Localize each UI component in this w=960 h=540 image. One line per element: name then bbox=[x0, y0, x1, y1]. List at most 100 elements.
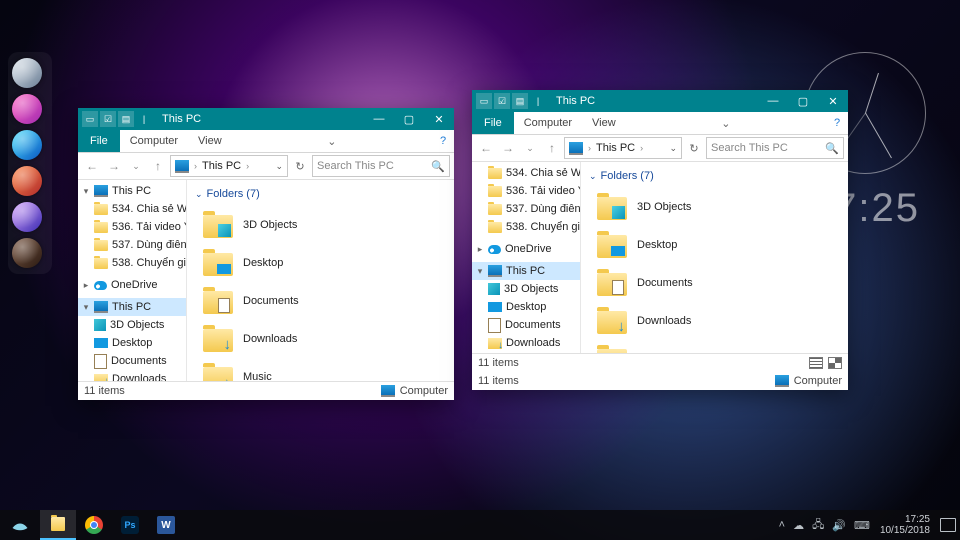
maximize-button[interactable]: ▢ bbox=[788, 90, 818, 112]
search-input[interactable]: Search This PC 🔍 bbox=[706, 137, 844, 159]
taskbar-file-explorer[interactable] bbox=[40, 510, 76, 540]
navigation-pane[interactable]: 534. Chia sẻ Wifi536. Tải video Yo537. D… bbox=[472, 162, 581, 353]
address-bar[interactable]: › This PC › ⌄ bbox=[564, 137, 682, 159]
chevron-icon[interactable]: ▾ bbox=[82, 302, 90, 313]
nav-item[interactable]: 536. Tải video Yo bbox=[78, 218, 186, 236]
content-pane[interactable]: ⌄ Folders (7) 3D ObjectsDesktopDocuments… bbox=[581, 162, 848, 353]
nav-item[interactable]: Documents bbox=[78, 352, 186, 370]
view-tab[interactable]: View bbox=[188, 130, 232, 152]
history-dropdown-icon[interactable]: ⌄ bbox=[520, 138, 540, 158]
qat-props-icon[interactable]: ☑ bbox=[100, 111, 116, 127]
tray-up-icon[interactable]: ˄ bbox=[779, 519, 785, 531]
nav-item[interactable]: 534. Chia sẻ Wifi bbox=[78, 200, 186, 218]
dock-3[interactable] bbox=[12, 130, 42, 160]
nav-item[interactable]: Documents bbox=[472, 316, 580, 334]
chevron-icon[interactable]: ▾ bbox=[476, 266, 484, 277]
tray-volume-icon[interactable]: 🔊 bbox=[832, 519, 846, 532]
qat-new-icon[interactable]: ▤ bbox=[512, 93, 528, 109]
nav-item[interactable]: 537. Dùng điên n bbox=[472, 200, 580, 218]
taskbar-word[interactable]: W bbox=[148, 510, 184, 540]
nav-item[interactable]: Downloads bbox=[78, 370, 186, 381]
view-tab[interactable]: View bbox=[582, 112, 626, 134]
view-large-icon[interactable] bbox=[828, 357, 842, 369]
computer-tab[interactable]: Computer bbox=[120, 130, 188, 152]
qat-new-icon[interactable]: ▤ bbox=[118, 111, 134, 127]
forward-button[interactable]: → bbox=[498, 138, 518, 158]
folders-group-header[interactable]: ⌄ Folders (7) bbox=[195, 186, 446, 202]
qat-pc-icon[interactable]: ▭ bbox=[82, 111, 98, 127]
close-button[interactable]: ✕ bbox=[818, 90, 848, 112]
taskbar-photoshop[interactable]: Ps bbox=[112, 510, 148, 540]
tray-language-icon[interactable]: ⌨ bbox=[854, 519, 870, 532]
refresh-button[interactable]: ↻ bbox=[290, 156, 310, 176]
tray-onedrive-icon[interactable]: ☁ bbox=[793, 519, 804, 532]
chevron-icon[interactable]: ▸ bbox=[82, 280, 90, 291]
nav-item[interactable]: 3D Objects bbox=[78, 316, 186, 334]
nav-item[interactable]: 536. Tải video Yo bbox=[472, 182, 580, 200]
breadcrumb-root[interactable]: This PC bbox=[596, 142, 635, 154]
nav-item[interactable]: 3D Objects bbox=[472, 280, 580, 298]
nav-item[interactable]: 537. Dùng điên n bbox=[78, 236, 186, 254]
nav-item[interactable]: Downloads bbox=[472, 334, 580, 352]
titlebar[interactable]: ▭ ☑ ▤ | This PC — ▢ ✕ bbox=[78, 108, 454, 130]
dock-1[interactable] bbox=[12, 58, 42, 88]
nav-item[interactable]: 538. Chuyển giao bbox=[472, 218, 580, 236]
navigation-pane[interactable]: ▾This PC534. Chia sẻ Wifi536. Tải video … bbox=[78, 180, 187, 381]
folder-item-downloads[interactable]: Downloads bbox=[589, 302, 840, 340]
content-pane[interactable]: ⌄ Folders (7) 3D ObjectsDesktopDocuments… bbox=[187, 180, 454, 381]
folder-item-3d[interactable]: 3D Objects bbox=[195, 206, 446, 244]
tray-network-icon[interactable]: 🖧 bbox=[812, 516, 824, 535]
up-button[interactable]: ↑ bbox=[148, 156, 168, 176]
ribbon-expand-icon[interactable]: ⌄ bbox=[321, 135, 343, 148]
start-button[interactable] bbox=[0, 510, 40, 540]
nav-item[interactable]: 534. Chia sẻ Wifi bbox=[472, 164, 580, 182]
qat-props-icon[interactable]: ☑ bbox=[494, 93, 510, 109]
taskbar-chrome[interactable] bbox=[76, 510, 112, 540]
minimize-button[interactable]: — bbox=[364, 108, 394, 130]
file-tab[interactable]: File bbox=[472, 112, 514, 134]
chevron-icon[interactable]: ▸ bbox=[476, 244, 484, 255]
address-bar[interactable]: › This PC › ⌄ bbox=[170, 155, 288, 177]
folder-item-desktop[interactable]: Desktop bbox=[589, 226, 840, 264]
folder-item-desktop[interactable]: Desktop bbox=[195, 244, 446, 282]
refresh-button[interactable]: ↻ bbox=[684, 138, 704, 158]
folder-item-3d[interactable]: 3D Objects bbox=[589, 188, 840, 226]
view-details-icon[interactable] bbox=[809, 357, 823, 369]
dock-6[interactable] bbox=[12, 238, 42, 268]
dock-4[interactable] bbox=[12, 166, 42, 196]
tray-clock[interactable]: 17:25 10/15/2018 bbox=[878, 514, 932, 536]
dock-2[interactable] bbox=[12, 94, 42, 124]
folders-group-header[interactable]: ⌄ Folders (7) bbox=[589, 168, 840, 184]
nav-item[interactable]: Desktop bbox=[78, 334, 186, 352]
address-dropdown-icon[interactable]: ⌄ bbox=[669, 143, 677, 154]
close-button[interactable]: ✕ bbox=[424, 108, 454, 130]
help-icon[interactable]: ? bbox=[826, 117, 848, 129]
folder-item-downloads[interactable]: Downloads bbox=[195, 320, 446, 358]
nav-item[interactable]: Desktop bbox=[472, 298, 580, 316]
folder-item-documents[interactable]: Documents bbox=[589, 264, 840, 302]
dock-5[interactable] bbox=[12, 202, 42, 232]
nav-item[interactable]: ▾This PC bbox=[78, 182, 186, 200]
maximize-button[interactable]: ▢ bbox=[394, 108, 424, 130]
up-button[interactable]: ↑ bbox=[542, 138, 562, 158]
computer-tab[interactable]: Computer bbox=[514, 112, 582, 134]
minimize-button[interactable]: — bbox=[758, 90, 788, 112]
back-button[interactable]: ← bbox=[476, 138, 496, 158]
search-input[interactable]: Search This PC 🔍 bbox=[312, 155, 450, 177]
help-icon[interactable]: ? bbox=[432, 135, 454, 147]
chevron-icon[interactable]: ▾ bbox=[82, 186, 90, 197]
nav-item[interactable]: ▸OneDrive bbox=[472, 240, 580, 258]
folder-item-music[interactable]: Music bbox=[589, 340, 840, 353]
breadcrumb-root[interactable]: This PC bbox=[202, 160, 241, 172]
nav-item[interactable]: ▾This PC bbox=[472, 262, 580, 280]
ribbon-expand-icon[interactable]: ⌄ bbox=[715, 117, 737, 130]
back-button[interactable]: ← bbox=[82, 156, 102, 176]
folder-item-music[interactable]: Music bbox=[195, 358, 446, 381]
titlebar[interactable]: ▭ ☑ ▤ | This PC — ▢ ✕ bbox=[472, 90, 848, 112]
folder-item-documents[interactable]: Documents bbox=[195, 282, 446, 320]
file-tab[interactable]: File bbox=[78, 130, 120, 152]
nav-item[interactable]: 538. Chuyển giao bbox=[78, 254, 186, 272]
tray-notification-icon[interactable] bbox=[940, 518, 956, 532]
nav-item[interactable]: ▸OneDrive bbox=[78, 276, 186, 294]
qat-pc-icon[interactable]: ▭ bbox=[476, 93, 492, 109]
